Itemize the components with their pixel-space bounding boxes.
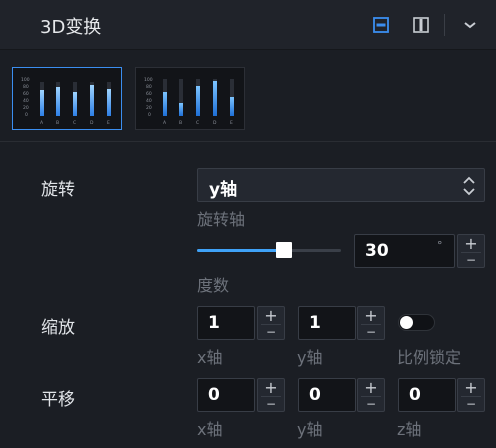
toggle-knob — [400, 316, 413, 329]
preset-1-cat: D — [90, 120, 94, 126]
panel-title: 3D变换 — [40, 17, 102, 38]
increment-button[interactable]: + — [258, 307, 284, 324]
preset-1-cat: B — [56, 120, 59, 126]
preset-thumbnail-1[interactable]: 100 80 60 40 20 0 A B C D E — [12, 67, 122, 130]
scale-x-input[interactable]: 1 — [197, 306, 255, 340]
decrement-button[interactable]: − — [258, 397, 284, 411]
preset-2-tick: 0 — [148, 112, 151, 118]
increment-button[interactable]: + — [358, 379, 384, 396]
degree-stepper[interactable]: + − — [457, 234, 485, 268]
translate-y-input[interactable]: 0 — [298, 378, 356, 412]
preset-2-bars — [163, 79, 234, 116]
translate-x-input[interactable]: 0 — [197, 378, 255, 412]
scale-y-stepper[interactable]: + − — [357, 306, 385, 340]
scale-x-caption: x轴 — [197, 348, 223, 367]
header-divider — [444, 14, 445, 36]
decrement-button[interactable]: − — [458, 397, 484, 411]
preset-1-tick: 60 — [23, 91, 29, 97]
increment-button[interactable]: + — [458, 379, 484, 396]
preset-2-tick: 60 — [146, 91, 152, 97]
translate-z-caption: z轴 — [397, 420, 422, 439]
translate-z-input[interactable]: 0 — [398, 378, 456, 412]
preset-2-cat: B — [179, 120, 182, 126]
preset-2-cat: C — [196, 120, 199, 126]
scale-y-input[interactable]: 1 — [298, 306, 356, 340]
decrement-button[interactable]: − — [358, 325, 384, 339]
preset-1-tick: 0 — [25, 112, 28, 118]
preset-thumbnail-2[interactable]: 100 80 60 40 20 0 A B C D E — [135, 67, 245, 130]
translate-z-value: 0 — [409, 385, 421, 405]
increment-button[interactable]: + — [458, 235, 484, 252]
rotation-axis-value: y轴 — [209, 180, 238, 200]
degree-unit: ° — [437, 239, 443, 252]
degree-value: 30 — [365, 241, 389, 261]
translate-y-stepper[interactable]: + − — [357, 378, 385, 412]
ratio-lock-caption: 比例锁定 — [397, 348, 462, 367]
decrement-button[interactable]: − — [258, 325, 284, 339]
chevron-down-icon[interactable] — [460, 15, 480, 35]
preset-2-tick: 40 — [146, 98, 152, 104]
increment-button[interactable]: + — [258, 379, 284, 396]
translate-y-caption: y轴 — [297, 420, 323, 439]
scale-x-stepper[interactable]: + − — [257, 306, 285, 340]
panel-icon[interactable] — [411, 15, 431, 35]
preset-2-tick: 20 — [146, 105, 152, 111]
degree-slider-fill — [197, 249, 282, 252]
scale-x-value: 1 — [208, 313, 220, 333]
degree-input[interactable]: 30 ° — [354, 234, 455, 268]
preset-1-tick: 40 — [23, 98, 29, 104]
degree-slider-handle[interactable] — [275, 242, 292, 258]
translate-y-value: 0 — [309, 385, 321, 405]
preset-1-tick: 80 — [23, 84, 29, 90]
decrement-button[interactable]: − — [458, 253, 484, 267]
preset-gallery: 100 80 60 40 20 0 A B C D E 100 80 60 40… — [0, 50, 496, 142]
panel-header: 3D变换 — [0, 0, 496, 50]
degree-caption: 度数 — [197, 276, 230, 295]
scale-y-value: 1 — [309, 313, 321, 333]
translate-z-stepper[interactable]: + − — [457, 378, 485, 412]
translate-label: 平移 — [41, 390, 75, 410]
preset-2-cat: D — [213, 120, 217, 126]
degree-slider[interactable] — [197, 249, 341, 252]
rotation-label: 旋转 — [41, 180, 75, 200]
preset-1-tick: 100 — [21, 77, 30, 83]
translate-x-value: 0 — [208, 385, 220, 405]
minimize-icon[interactable] — [371, 15, 391, 35]
increment-button[interactable]: + — [358, 307, 384, 324]
rotation-axis-caption: 旋转轴 — [197, 210, 246, 229]
ratio-lock-toggle[interactable] — [398, 314, 435, 331]
decrement-button[interactable]: − — [358, 397, 384, 411]
preset-1-tick: 20 — [23, 105, 29, 111]
translate-x-stepper[interactable]: + − — [257, 378, 285, 412]
preset-2-cat: E — [230, 120, 233, 126]
preset-1-cat: A — [40, 120, 44, 126]
preset-1-cat: E — [107, 120, 110, 126]
translate-x-caption: x轴 — [197, 420, 223, 439]
preset-1-cat: C — [73, 120, 76, 126]
preset-1-bars — [40, 82, 111, 116]
rotation-axis-select[interactable]: y轴 — [197, 168, 485, 202]
scale-y-caption: y轴 — [297, 348, 323, 367]
preset-2-cat: A — [163, 120, 167, 126]
scale-label: 缩放 — [41, 318, 75, 338]
preset-2-tick: 80 — [146, 84, 152, 90]
select-arrows-icon — [462, 175, 476, 197]
preset-2-tick: 100 — [144, 77, 153, 83]
